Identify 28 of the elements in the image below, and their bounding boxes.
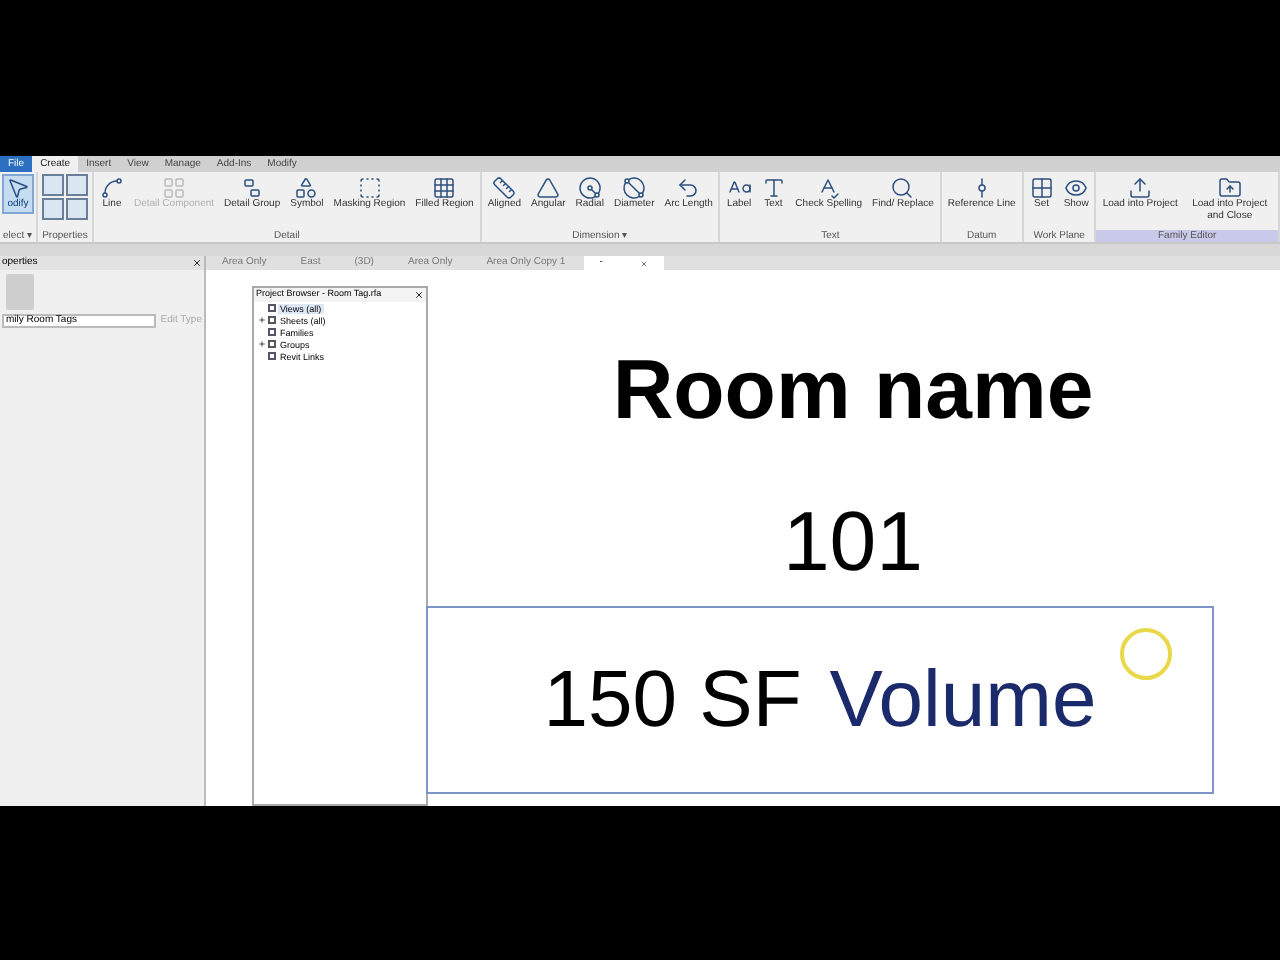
expand-icon[interactable] [258, 340, 266, 348]
area-label: 150 SF [543, 656, 802, 744]
dashed-square-icon [357, 176, 382, 200]
group-icon [240, 176, 265, 200]
folder-upload-icon [1217, 176, 1242, 200]
cursor-icon [6, 176, 30, 200]
expand-icon[interactable] [258, 316, 266, 324]
angle-icon [536, 176, 561, 200]
properties-icon[interactable] [42, 174, 64, 196]
text-icon [761, 176, 786, 200]
grid-icon [162, 176, 187, 200]
line-icon [100, 176, 124, 200]
hatch-grid-icon [432, 176, 457, 200]
upload-icon [1128, 176, 1153, 200]
diameter-icon [622, 176, 647, 200]
eye-icon [1064, 176, 1089, 200]
spellcheck-icon [816, 176, 841, 200]
radius-icon [577, 176, 602, 200]
properties-icon[interactable] [66, 174, 88, 196]
ruler-icon [492, 176, 517, 200]
shapes-icon [294, 176, 319, 200]
volume-label: Volume [829, 656, 1097, 744]
room-name-label: Room name [612, 344, 1094, 436]
properties-icon[interactable] [42, 198, 64, 220]
search-icon [890, 176, 915, 200]
room-number-label: 101 [782, 496, 924, 588]
properties-icon[interactable] [66, 198, 88, 220]
grid-icon [1029, 176, 1054, 200]
